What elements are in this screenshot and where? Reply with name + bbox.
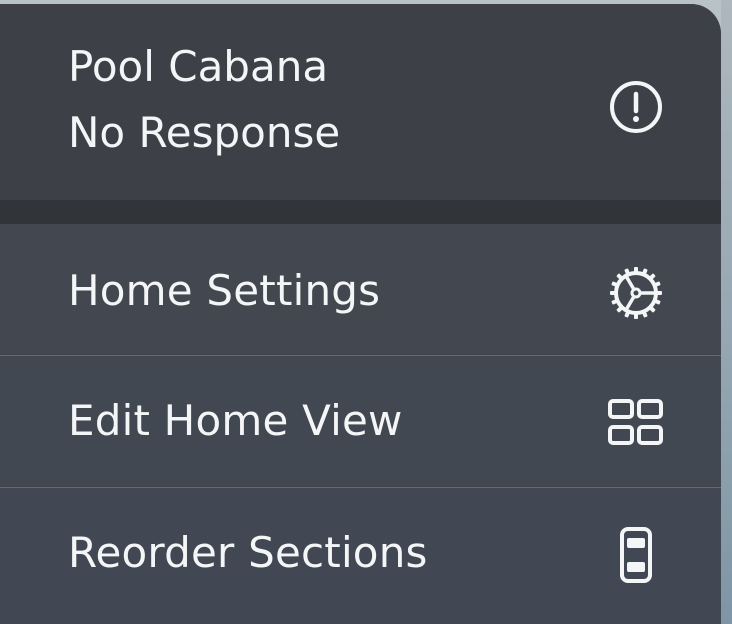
section-separator — [0, 200, 721, 224]
accessory-status-section[interactable]: Pool Cabana No Response — [0, 4, 721, 200]
menu-item-label: Home Settings — [68, 266, 381, 315]
reorder-icon — [606, 525, 666, 585]
background-edge — [721, 0, 732, 624]
menu-item-reorder-sections[interactable]: Reorder Sections — [0, 488, 721, 624]
accessory-status: No Response — [68, 108, 341, 157]
alert-circle-icon — [606, 77, 666, 137]
menu-item-home-settings[interactable]: Home Settings — [0, 224, 721, 354]
grid-icon — [606, 392, 666, 452]
accessory-name: Pool Cabana — [68, 42, 329, 91]
menu-item-label: Edit Home View — [68, 396, 403, 445]
menu-item-edit-home-view[interactable]: Edit Home View — [0, 356, 721, 486]
context-menu: Pool Cabana No Response Home Settings Ed… — [0, 4, 721, 624]
menu-item-label: Reorder Sections — [68, 528, 428, 577]
gear-icon — [606, 263, 666, 323]
